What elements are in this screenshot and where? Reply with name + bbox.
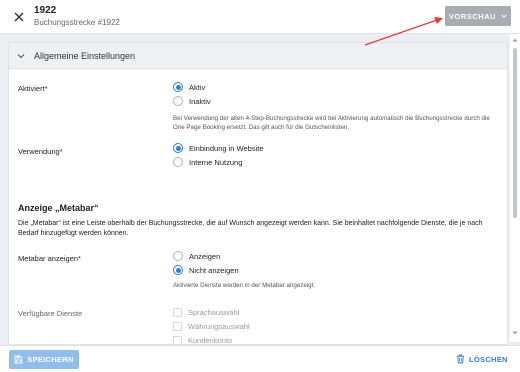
preview-button-label: VORSCHAU (449, 11, 496, 21)
save-button[interactable]: SPEICHERN (9, 350, 79, 369)
checkbox-sprachauswahl[interactable]: Sprachauswahl (173, 308, 239, 317)
metabar-help-text: Aktivierte Dienste werden in der Metabar… (173, 282, 316, 289)
metabar-description: Die „Metabar“ ist eine Leiste oberhalb d… (18, 220, 483, 237)
radio-label: Einbindung in Website (189, 143, 264, 153)
activated-label: Aktiviert* (18, 84, 48, 93)
radio-label: Nicht anzeigen (189, 265, 239, 275)
chevron-down-icon (501, 14, 507, 18)
radio-label: Anzeigen (189, 251, 221, 261)
save-button-label: SPEICHERN (27, 355, 74, 364)
radio-label: Interne Nutzung (189, 157, 243, 167)
close-icon (14, 12, 24, 22)
services-label: Verfügbare Dienste (18, 309, 83, 318)
page-title: 1922 (34, 5, 57, 16)
checkbox (173, 322, 182, 331)
radio-interne-nutzung[interactable]: Interne Nutzung (173, 157, 242, 167)
delete-button-label: LÖSCHEN (469, 354, 508, 364)
checkbox-label: Währungsauswahl (188, 322, 250, 331)
checkbox (173, 336, 182, 344)
radio-label: Aktiv (189, 82, 206, 92)
settings-panel: Allgemeine Einstellungen Aktiviert* Akti… (8, 42, 508, 345)
scrollbar-thumb[interactable] (513, 48, 517, 218)
radio-nicht-anzeigen[interactable]: Nicht anzeigen (173, 265, 239, 275)
metabar-show-label: Metabar anzeigen* (18, 254, 81, 263)
section-title: Allgemeine Einstellungen (34, 50, 136, 61)
scrollbar[interactable] (510, 34, 520, 342)
radio-button-checked (173, 143, 183, 153)
radio-button (173, 251, 183, 261)
preview-button[interactable]: VORSCHAU (445, 6, 511, 26)
radio-aktiv[interactable]: Aktiv (173, 82, 205, 92)
checkbox-label: Sprachauswahl (188, 308, 240, 317)
radio-button-checked (173, 82, 183, 92)
checkbox-label: Kundenkonto (188, 336, 233, 345)
section-header-general-settings[interactable]: Allgemeine Einstellungen (9, 43, 507, 69)
radio-inaktiv[interactable]: Inaktiv (173, 96, 211, 106)
radio-button-checked (173, 265, 183, 275)
metabar-heading: Anzeige „Metabar“ (18, 203, 99, 213)
chevron-down-icon (17, 53, 25, 58)
checkbox-waehrungsauswahl[interactable]: Währungsauswahl (173, 322, 250, 331)
trash-icon (457, 354, 464, 364)
scroll-up-arrow-icon[interactable] (512, 37, 518, 43)
radio-button (173, 157, 183, 167)
checkbox-kundenkonto[interactable]: Kundenkonto (173, 336, 233, 345)
scroll-down-arrow-icon[interactable] (512, 330, 518, 336)
radio-button (173, 96, 183, 106)
close-button[interactable] (12, 10, 26, 24)
usage-label: Verwendung* (18, 147, 63, 156)
footer-bar: SPEICHERN LÖSCHEN (0, 345, 520, 372)
delete-button[interactable]: LÖSCHEN (456, 354, 508, 364)
top-bar: 1922 Buchungsstrecke #1922 VORSCHAU (0, 0, 520, 34)
checkbox (173, 308, 182, 317)
page-subtitle: Buchungsstrecke #1922 (34, 18, 120, 27)
radio-label: Inaktiv (189, 96, 211, 106)
activated-help-text: Bei Verwendung der alten 4-Step-Buchungs… (173, 115, 490, 131)
radio-einbindung-website[interactable]: Einbindung in Website (173, 143, 264, 153)
save-icon (14, 355, 23, 364)
radio-anzeigen[interactable]: Anzeigen (173, 251, 220, 261)
